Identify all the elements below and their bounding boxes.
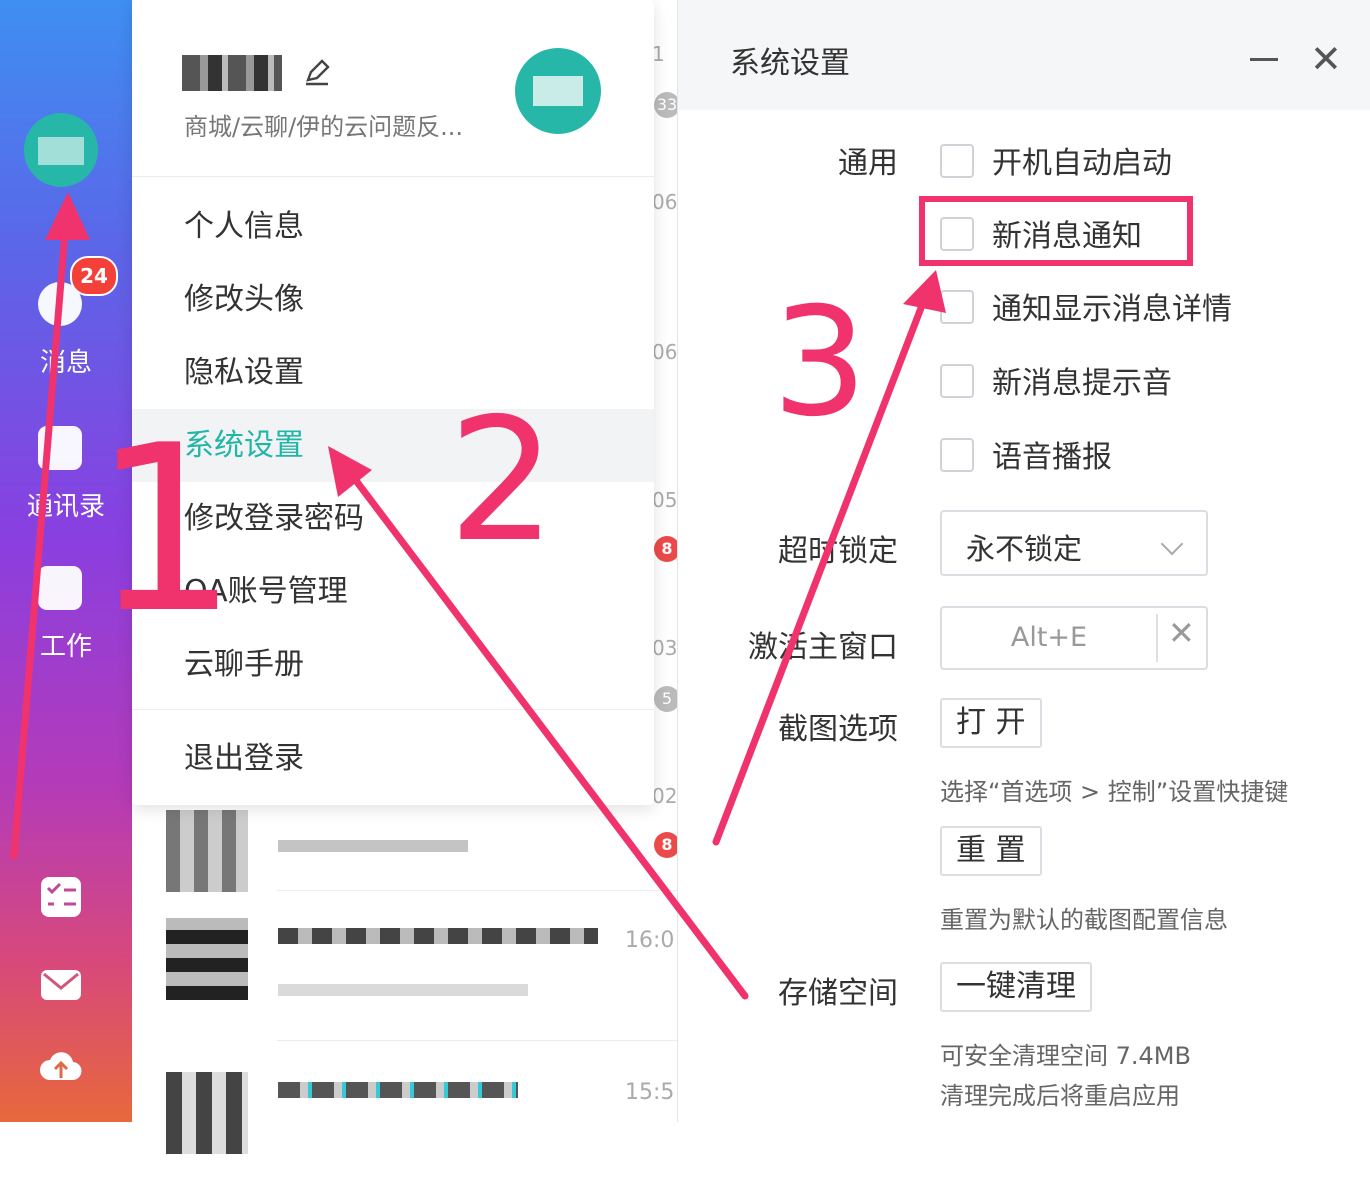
menu-item-avatar[interactable]: 修改头像 — [132, 263, 654, 336]
contacts-icon — [38, 426, 82, 470]
hotkey-value: Alt+E — [1010, 622, 1088, 653]
chat-time: 15:5 — [625, 1080, 675, 1105]
open-button[interactable]: 打 开 — [940, 698, 1042, 748]
open-hint: 选择“首选项 > 控制”设置快捷键 — [940, 778, 1289, 806]
task-list-icon[interactable] — [38, 874, 84, 920]
cloud-upload-icon[interactable] — [38, 1044, 84, 1090]
sidebar-item-messages[interactable]: 消息 — [0, 342, 132, 379]
reset-hint: 重置为默认的截图配置信息 — [940, 906, 1228, 934]
clean-button[interactable]: 一键清理 — [940, 962, 1092, 1012]
edit-icon[interactable] — [302, 58, 332, 88]
message-preview — [278, 840, 468, 852]
screenshot-options-label: 截图选项 — [778, 712, 898, 747]
storage-hint: 清理完成后将重启应用 — [940, 1082, 1180, 1110]
work-box-icon — [38, 566, 82, 610]
reset-button[interactable]: 重 置 — [940, 826, 1042, 876]
menu-divider — [132, 709, 654, 710]
checkbox[interactable] — [940, 144, 974, 178]
unread-badge: 24 — [70, 256, 118, 296]
chat-name — [278, 928, 598, 944]
highlight-box — [919, 196, 1193, 266]
hotkey-input[interactable]: Alt+E ✕ — [940, 606, 1208, 670]
chevron-down-icon — [1160, 532, 1184, 556]
user-name-pixelated — [182, 55, 282, 91]
timeout-label: 超时锁定 — [778, 534, 898, 569]
settings-dialog: 系统设置 ✕ 通用 开机自动启动 新消息通知 通知显示消息详情 新消息提示音 语… — [677, 0, 1370, 1122]
avatar[interactable] — [515, 48, 601, 134]
checkbox-label: 语音播报 — [992, 440, 1112, 475]
user-avatar[interactable] — [24, 113, 98, 187]
divider — [1156, 614, 1158, 662]
time-fragment: 06 — [652, 340, 678, 364]
annotation-step-3: 3 — [772, 276, 868, 450]
dialog-title: 系统设置 — [730, 46, 850, 81]
chat-time: 16:0 — [625, 928, 675, 953]
general-label: 通用 — [838, 146, 898, 181]
checkbox[interactable] — [940, 364, 974, 398]
annotation-step-1: 1 — [92, 397, 239, 664]
checkbox-label: 开机自动启动 — [992, 146, 1172, 181]
sidebar-item-label: 消息 — [39, 348, 92, 378]
close-icon[interactable]: ✕ — [1310, 40, 1342, 78]
time-fragment: 03 — [652, 636, 678, 660]
checkbox-label: 新消息提示音 — [992, 366, 1172, 401]
clear-icon[interactable]: ✕ — [1168, 614, 1195, 652]
annotation-step-2: 2 — [448, 382, 557, 580]
avatar — [166, 918, 248, 1000]
activate-window-label: 激活主窗口 — [748, 630, 898, 665]
list-divider — [277, 890, 677, 891]
avatar — [166, 810, 248, 892]
mail-icon[interactable] — [38, 962, 84, 1008]
sidebar-item-label: 工作 — [39, 632, 92, 662]
time-fragment: 05 — [652, 488, 678, 512]
checkbox[interactable] — [940, 290, 974, 324]
menu-item-profile[interactable]: 个人信息 — [132, 190, 654, 263]
list-divider — [277, 1040, 677, 1041]
message-preview — [278, 984, 528, 996]
timeout-select[interactable]: 永不锁定 — [940, 510, 1208, 576]
checkbox-label: 通知显示消息详情 — [992, 292, 1232, 327]
dialog-header: 系统设置 ✕ — [678, 0, 1370, 110]
time-fragment: 06 — [652, 190, 678, 214]
select-value: 永不锁定 — [966, 532, 1083, 566]
checkbox[interactable] — [940, 438, 974, 472]
storage-label: 存储空间 — [778, 976, 898, 1011]
chat-name — [278, 1082, 518, 1098]
avatar — [166, 1072, 248, 1154]
user-department: 商城/云聊/伊的云问题反... — [184, 113, 464, 141]
menu-item-logout[interactable]: 退出登录 — [132, 722, 654, 795]
list-item[interactable]: 16:0 — [132, 900, 677, 1040]
profile-header: 商城/云聊/伊的云问题反... — [132, 0, 654, 177]
list-item[interactable]: 15:5 — [132, 1050, 677, 1190]
minimize-icon[interactable] — [1250, 58, 1278, 61]
storage-hint: 可安全清理空间 7.4MB — [940, 1042, 1191, 1070]
